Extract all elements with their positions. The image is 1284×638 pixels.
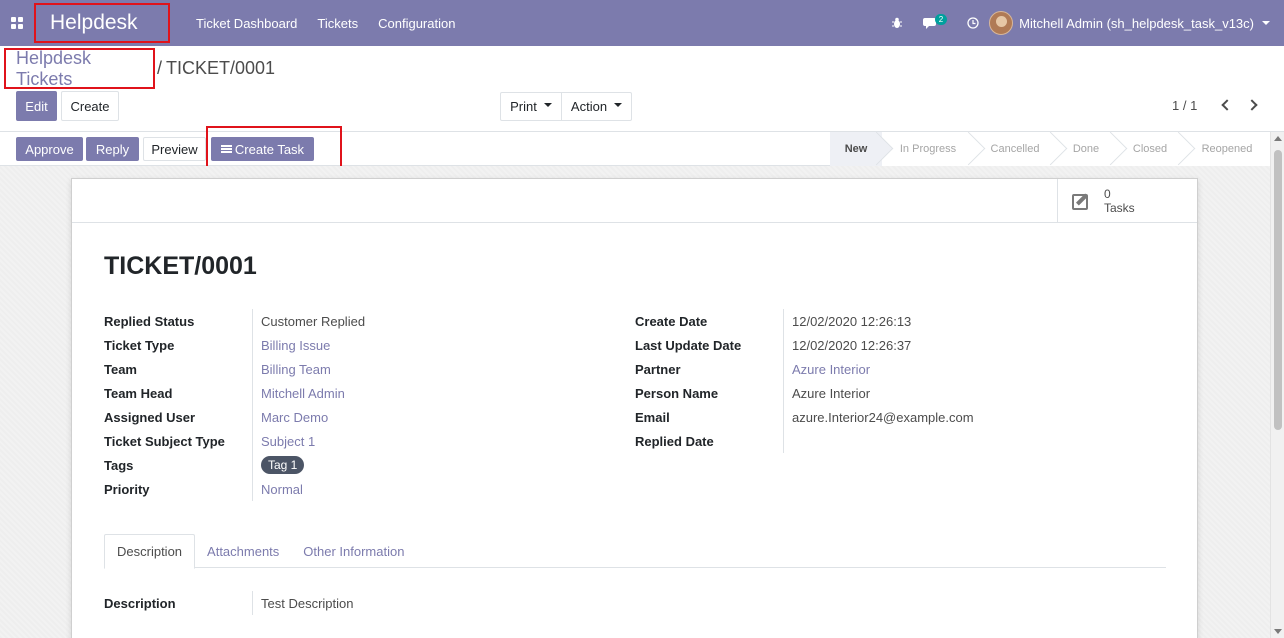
menu-ticket-dashboard[interactable]: Ticket Dashboard	[186, 16, 307, 31]
vertical-scrollbar[interactable]	[1270, 132, 1284, 638]
status-bar: Approve Reply Preview Create Task New In…	[0, 131, 1284, 166]
print-label: Print	[510, 99, 537, 114]
print-dropdown[interactable]: Print	[500, 92, 562, 121]
action-caret-icon	[614, 102, 623, 107]
create-task-button[interactable]: Create Task	[211, 137, 314, 161]
tasks-smart-button[interactable]: 0 Tasks	[1057, 179, 1197, 223]
stage-pipeline: New In Progress Cancelled Done Closed Re…	[830, 132, 1270, 166]
field-replied-status: Replied Status Customer Replied	[104, 309, 365, 333]
field-partner: Partner Azure Interior	[635, 357, 974, 381]
approve-button[interactable]: Approve	[16, 137, 83, 161]
field-last-update-date: Last Update Date 12/02/2020 12:26:37	[635, 333, 974, 357]
action-label: Action	[570, 99, 608, 114]
field-priority: Priority Normal	[104, 477, 365, 501]
field-email: Email azure.Interior24@example.com	[635, 405, 974, 429]
pager-previous-icon[interactable]	[1217, 97, 1233, 113]
field-ticket-subject-type: Ticket Subject Type Subject 1	[104, 429, 365, 453]
stage-cancelled[interactable]: Cancelled	[974, 132, 1056, 166]
notebook-tabs: Description Attachments Other Informatio…	[104, 534, 1166, 569]
pager-value[interactable]: 1 / 1	[1172, 98, 1197, 113]
top-navbar: Helpdesk Ticket Dashboard Tickets Config…	[0, 0, 1284, 46]
create-button[interactable]: Create	[61, 91, 119, 121]
scroll-up-icon[interactable]	[1274, 136, 1282, 141]
user-menu-caret-icon[interactable]	[1262, 21, 1270, 25]
stage-new[interactable]: New	[830, 132, 882, 166]
scroll-down-icon[interactable]	[1274, 629, 1282, 634]
field-create-date: Create Date 12/02/2020 12:26:13	[635, 309, 974, 333]
field-team-head: Team Head Mitchell Admin	[104, 381, 365, 405]
tab-description[interactable]: Description	[104, 534, 196, 569]
chat-count-badge: 2	[934, 13, 948, 25]
edit-square-icon	[1072, 191, 1094, 211]
ticket-title: TICKET/0001	[104, 252, 257, 280]
list-icon	[220, 145, 232, 153]
menu-tickets[interactable]: Tickets	[307, 16, 368, 31]
app-brand[interactable]: Helpdesk	[34, 3, 170, 43]
menu-configuration[interactable]: Configuration	[368, 16, 465, 31]
breadcrumb-parent-link[interactable]: Helpdesk Tickets	[4, 48, 155, 89]
breadcrumb: Helpdesk Tickets / TICKET/0001	[4, 48, 275, 89]
form-sheet: 0 Tasks TICKET/0001 Replied Status Custom…	[71, 178, 1198, 638]
user-avatar[interactable]	[989, 11, 1014, 35]
apps-menu-icon[interactable]	[0, 0, 34, 46]
print-caret-icon	[543, 102, 552, 107]
tag-badge[interactable]: Tag 1	[261, 456, 305, 474]
field-team: Team Billing Team	[104, 357, 365, 381]
right-field-group: Create Date 12/02/2020 12:26:13 Last Upda…	[635, 309, 974, 453]
scroll-thumb[interactable]	[1274, 150, 1282, 430]
field-description: Description Test Description	[104, 591, 353, 615]
stage-reopened[interactable]: Reopened	[1184, 132, 1270, 166]
tasks-label: Tasks	[1104, 201, 1135, 215]
main-menu: Ticket Dashboard Tickets Configuration	[186, 16, 465, 31]
left-field-group: Replied Status Customer Replied Ticket Ty…	[104, 309, 365, 501]
edit-button[interactable]: Edit	[16, 91, 57, 121]
tab-attachments[interactable]: Attachments	[195, 534, 291, 568]
pager-next-icon[interactable]	[1245, 97, 1261, 113]
smart-button-box: 0 Tasks	[72, 179, 1197, 223]
field-ticket-type: Ticket Type Billing Issue	[104, 333, 365, 357]
create-task-label: Create Task	[234, 141, 305, 157]
field-tags: Tags Tag 1	[104, 453, 365, 477]
tasks-count: 0	[1104, 187, 1111, 201]
breadcrumb-separator: /	[157, 58, 163, 78]
field-replied-date: Replied Date	[635, 429, 974, 453]
reply-button[interactable]: Reply	[86, 137, 139, 161]
tab-other-information[interactable]: Other Information	[291, 534, 416, 568]
breadcrumb-current: TICKET/0001	[166, 58, 276, 78]
action-dropdown[interactable]: Action	[562, 92, 632, 121]
chat-icon[interactable]: 2	[922, 13, 948, 29]
activity-clock-icon[interactable]	[967, 17, 979, 29]
stage-in-progress[interactable]: In Progress	[882, 132, 974, 166]
user-menu-name[interactable]: Mitchell Admin (sh_helpdesk_task_v13c)	[1019, 16, 1254, 31]
bug-icon[interactable]	[891, 17, 903, 29]
field-assigned-user: Assigned User Marc Demo	[104, 405, 365, 429]
preview-button[interactable]: Preview	[143, 137, 206, 161]
field-person-name: Person Name Azure Interior	[635, 381, 974, 405]
